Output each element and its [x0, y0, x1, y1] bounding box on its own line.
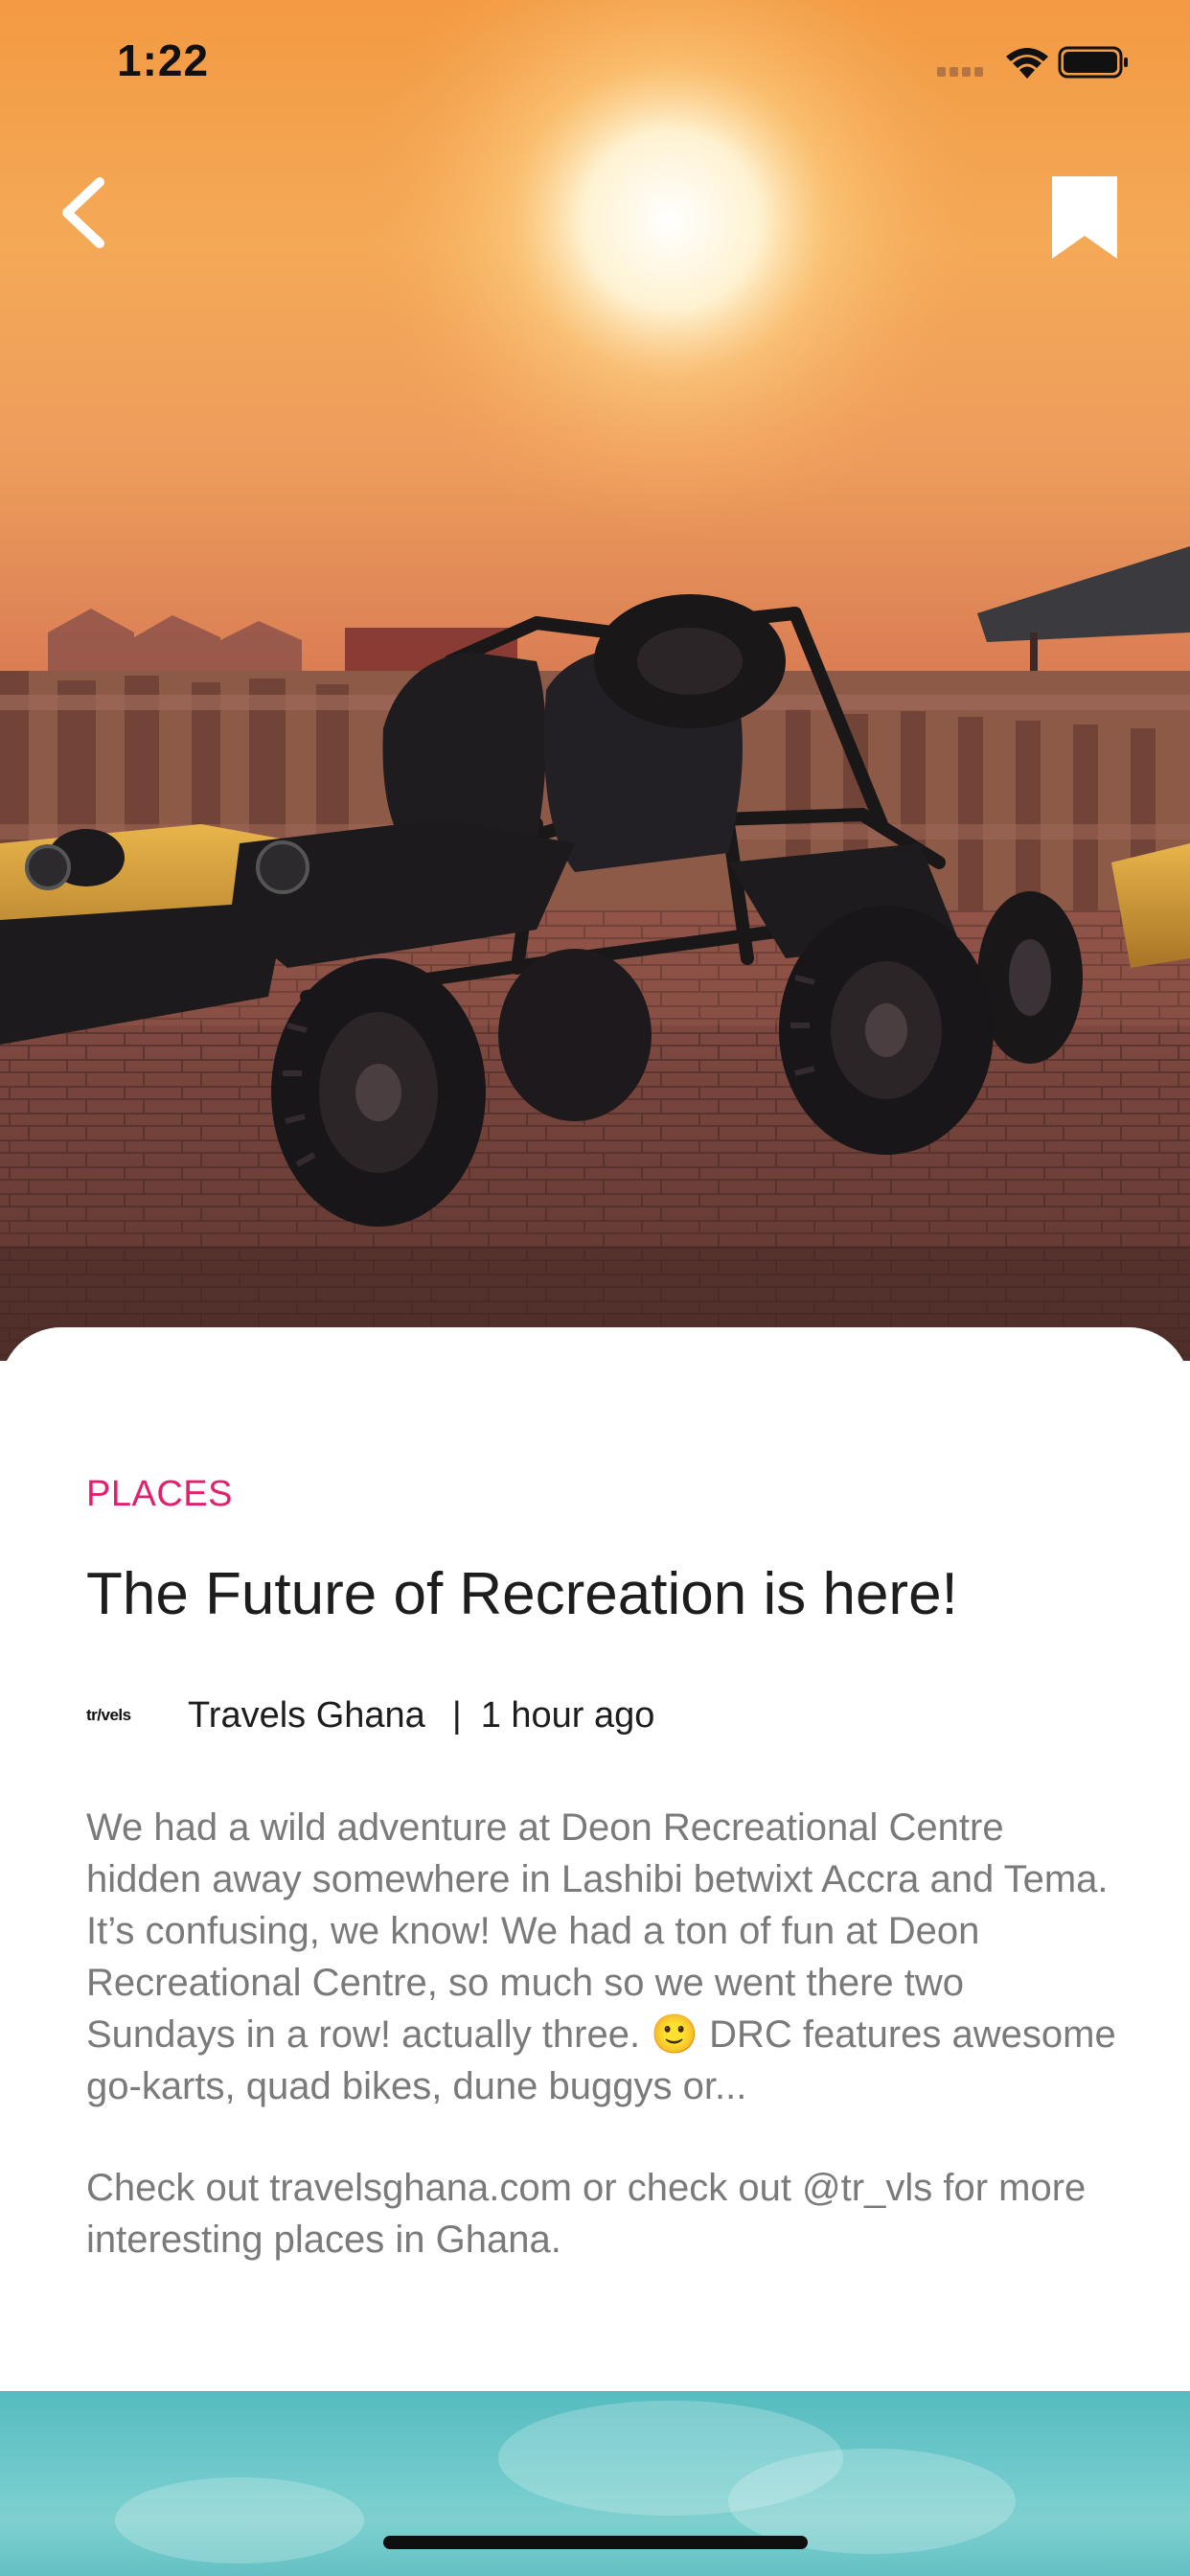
article-detail-screen: 1:22 PLACES The Future of Recreation is …	[0, 0, 1190, 2576]
status-icons	[937, 46, 1128, 79]
article-title: The Future of Recreation is here!	[86, 1561, 958, 1627]
status-bar: 1:22	[0, 0, 1190, 129]
buggy-sunset-photo	[0, 0, 1190, 1361]
publish-time: 1 hour ago	[480, 1694, 655, 1736]
hero-image	[0, 0, 1190, 1361]
source-logo[interactable]: tr/vels	[86, 1706, 159, 1725]
chevron-left-icon	[62, 177, 104, 248]
article-body-paragraph: We had a wild adventure at Deon Recreati…	[86, 1806, 1116, 2107]
article-byline: tr/vels Travels Ghana | 1 hour ago	[86, 1689, 654, 1742]
cellular-signal-icon	[937, 67, 983, 77]
status-time: 1:22	[117, 35, 210, 85]
bookmark-button[interactable]	[1046, 172, 1123, 264]
wifi-icon	[1006, 48, 1048, 79]
back-button[interactable]	[46, 169, 123, 255]
bookmark-icon	[1052, 176, 1117, 259]
home-indicator[interactable]	[383, 2536, 808, 2549]
article-body-paragraph: Check out travelsghana.com or check out …	[86, 2167, 1087, 2261]
cloud-shape	[115, 2477, 364, 2564]
article-body: We had a wild adventure at Deon Recreati…	[86, 1802, 1121, 2266]
article-category[interactable]: PLACES	[86, 1474, 233, 1515]
source-name[interactable]: Travels Ghana	[188, 1695, 425, 1736]
byline-separator: |	[451, 1694, 462, 1736]
battery-icon	[1058, 46, 1128, 79]
